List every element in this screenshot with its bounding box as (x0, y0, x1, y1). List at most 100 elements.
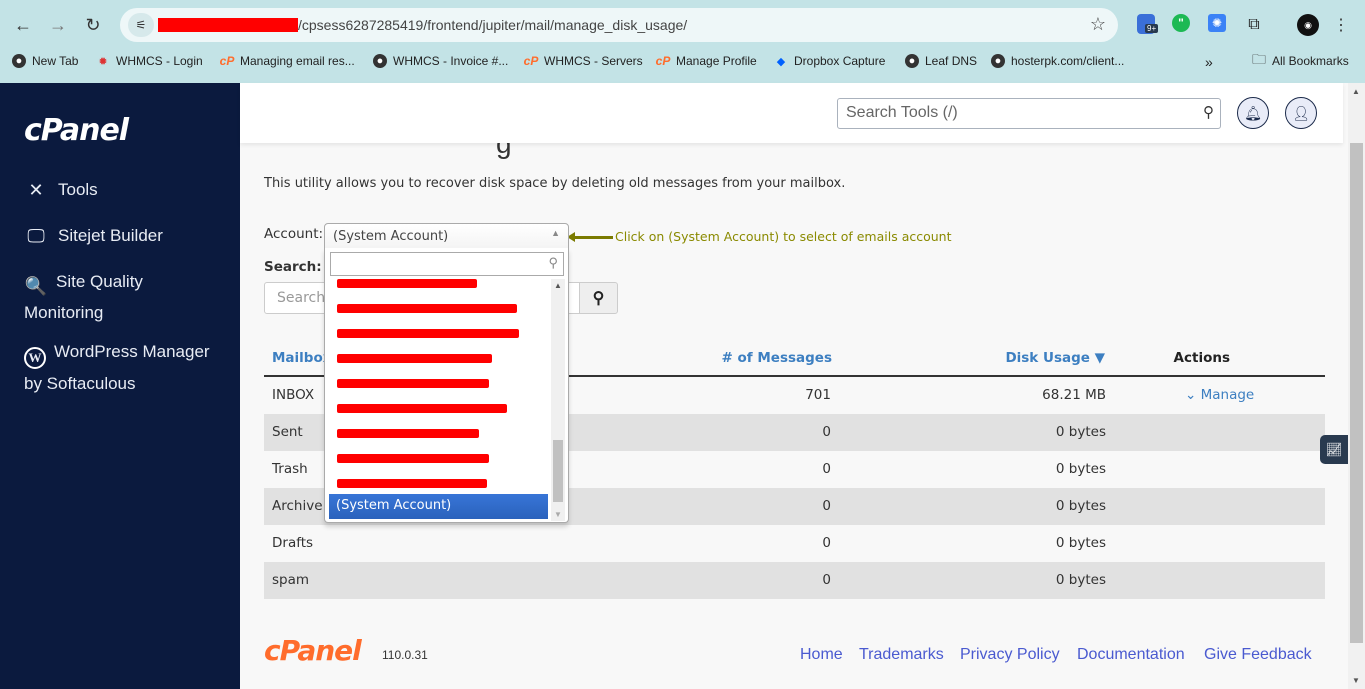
footer-link-home[interactable]: Home (800, 646, 843, 664)
manage-button[interactable]: ⌄ Manage (1185, 387, 1254, 403)
bookmark-label: WHMCS - Invoice #... (393, 54, 509, 68)
sidebar-item-site-quality-monitoring[interactable]: 🔍 Site Quality Monitoring (24, 267, 224, 328)
footer-link-documentation[interactable]: Documentation (1077, 646, 1185, 664)
disk-usage: 68.21 MB (1042, 387, 1106, 403)
sidebar-item-label: Tools (58, 180, 98, 199)
extensions-puzzle-icon[interactable]: ⧉ (1243, 14, 1265, 36)
redacted-email (337, 329, 519, 338)
disk-usage: 0 bytes (1055, 572, 1106, 588)
chevron-down-icon: ⌄ (1185, 387, 1201, 403)
all-bookmarks-button[interactable]: 🗀 All Bookmarks (1252, 51, 1349, 68)
message-count: 0 (822, 424, 831, 440)
column-header-messages[interactable]: # of Messages (722, 350, 833, 366)
account-option[interactable] (329, 279, 548, 295)
mailbox-search-button[interactable]: ⚲ (579, 282, 618, 314)
search-icon[interactable]: ⚲ (1203, 103, 1214, 121)
footer-link-give-feedback[interactable]: Give Feedback (1204, 646, 1312, 664)
account-option[interactable] (329, 395, 548, 420)
back-button[interactable]: ← (10, 12, 36, 38)
bookmark-label: Managing email res... (240, 54, 355, 68)
cpanel-icon: cP (523, 54, 539, 68)
user-menu-button[interactable]: 👤︎ (1285, 97, 1317, 129)
site-quality-icon: 🔍 (24, 276, 48, 296)
bookmark-label: hosterpk.com/client... (1011, 54, 1125, 68)
redacted-email (337, 379, 489, 388)
account-option[interactable] (329, 445, 548, 470)
account-option[interactable] (329, 345, 548, 370)
message-count: 0 (822, 461, 831, 477)
bookmark-label: WHMCS - Login (116, 54, 203, 68)
scrollbar-thumb[interactable] (1350, 143, 1363, 643)
message-count: 0 (822, 572, 831, 588)
sidebar-item-tools[interactable]: ✕ Tools (24, 175, 224, 205)
mailbox-name: Sent (272, 424, 303, 440)
sidebar-item-sitejet-builder[interactable]: 🖵 Sitejet Builder (24, 221, 224, 251)
disk-usage: 0 bytes (1055, 461, 1106, 477)
disk-usage: 0 bytes (1055, 498, 1106, 514)
more-bookmarks-label: » (1205, 54, 1213, 70)
column-header-mailbox[interactable]: Mailbox (272, 350, 331, 366)
footer-link-trademarks[interactable]: Trademarks (859, 646, 944, 664)
account-label: Account: (264, 226, 324, 242)
column-header-disk-usage[interactable]: Disk Usage ▼ (1005, 350, 1105, 366)
stats-toggle-button[interactable]: 📈︎ (1320, 435, 1348, 464)
scroll-down-arrow[interactable]: ▼ (1352, 676, 1360, 685)
bookmark-item[interactable]: ✹ WHMCS - Login (96, 54, 203, 68)
tools-icon: ✕ (28, 180, 44, 200)
more-bookmarks-button[interactable]: » (1205, 54, 1213, 70)
quote-extension-icon[interactable]: " (1172, 14, 1190, 32)
bookmark-item[interactable]: cP Manage Profile (656, 54, 757, 68)
scroll-up-arrow[interactable]: ▲ (1352, 87, 1360, 96)
search-tools-input[interactable]: Search Tools (/) ⚲ (837, 98, 1221, 129)
bookmark-item[interactable]: ● WHMCS - Invoice #... (373, 54, 508, 68)
dropdown-scrollbar[interactable]: ▲ ▼ (551, 279, 565, 521)
account-option[interactable] (329, 420, 548, 445)
scroll-down-arrow[interactable]: ▼ (554, 510, 562, 519)
account-option[interactable] (329, 320, 548, 345)
account-option[interactable] (329, 295, 548, 320)
profile-avatar[interactable]: ◉ (1297, 14, 1319, 36)
bookmark-item[interactable]: ● Leaf DNS (905, 54, 977, 68)
account-option-system-account[interactable]: (System Account) (329, 494, 548, 519)
forward-button[interactable]: → (45, 12, 71, 38)
notifications-button[interactable]: 🔔︎ (1237, 97, 1269, 129)
address-bar[interactable]: ⚟ /cpsess6287285419/frontend/jupiter/mai… (120, 8, 1118, 42)
cpanel-icon: cP (655, 54, 671, 68)
account-options-list: (System Account) ▲ ▼ (329, 279, 565, 521)
account-select[interactable]: (System Account) ▲ (324, 223, 569, 249)
whmcs-icon: ✹ (98, 55, 108, 68)
scroll-up-arrow[interactable]: ▲ (554, 281, 562, 290)
message-count: 0 (822, 535, 831, 551)
bookmark-item[interactable]: ● New Tab (12, 54, 78, 68)
search-tools-placeholder: Search Tools (/) (846, 104, 958, 121)
bookmark-item[interactable]: ◆ Dropbox Capture (774, 54, 886, 68)
dropdown-scrollbar-thumb[interactable] (553, 440, 563, 502)
bookmark-item[interactable]: cP WHMCS - Servers (524, 54, 643, 68)
account-filter-input[interactable]: ⚲ (330, 252, 564, 276)
reload-button[interactable]: ↻ (80, 12, 106, 38)
bookmark-item[interactable]: cP Managing email res... (220, 54, 355, 68)
redacted-email (337, 279, 477, 288)
sidebar-item-wordpress-manager[interactable]: W WordPress Manager by Softaculous (24, 337, 214, 399)
account-option[interactable] (329, 470, 548, 495)
manage-label: Manage (1200, 387, 1255, 403)
url-text[interactable]: /cpsess6287285419/frontend/jupiter/mail/… (298, 17, 687, 33)
cpanel-logo[interactable]: cPanel (24, 113, 129, 148)
bookmark-label: Dropbox Capture (794, 54, 886, 68)
site-info-icon[interactable]: ⚟ (128, 13, 154, 37)
bookmark-star-icon[interactable]: ☆ (1090, 14, 1106, 35)
annotation-arrow-icon (567, 232, 613, 242)
ai-extension-icon[interactable]: ✺ (1208, 14, 1226, 32)
footer-link-privacy-policy[interactable]: Privacy Policy (960, 646, 1060, 664)
redacted-email (337, 429, 479, 438)
sidebar-item-label: WordPress Manager by Softaculous (24, 342, 210, 393)
account-option[interactable] (329, 370, 548, 395)
caret-up-icon: ▲ (551, 228, 560, 238)
mailbox-name: Trash (272, 461, 308, 477)
bookmark-item[interactable]: ● hosterpk.com/client... (991, 54, 1124, 68)
user-icon: 👤︎ (1292, 104, 1310, 121)
browser-menu-icon[interactable]: ⋮ (1330, 14, 1352, 36)
globe-icon: ● (12, 54, 26, 68)
page-scrollbar[interactable]: ▲ ▼ (1348, 83, 1365, 689)
extension-icon[interactable]: 9+ (1137, 14, 1159, 34)
